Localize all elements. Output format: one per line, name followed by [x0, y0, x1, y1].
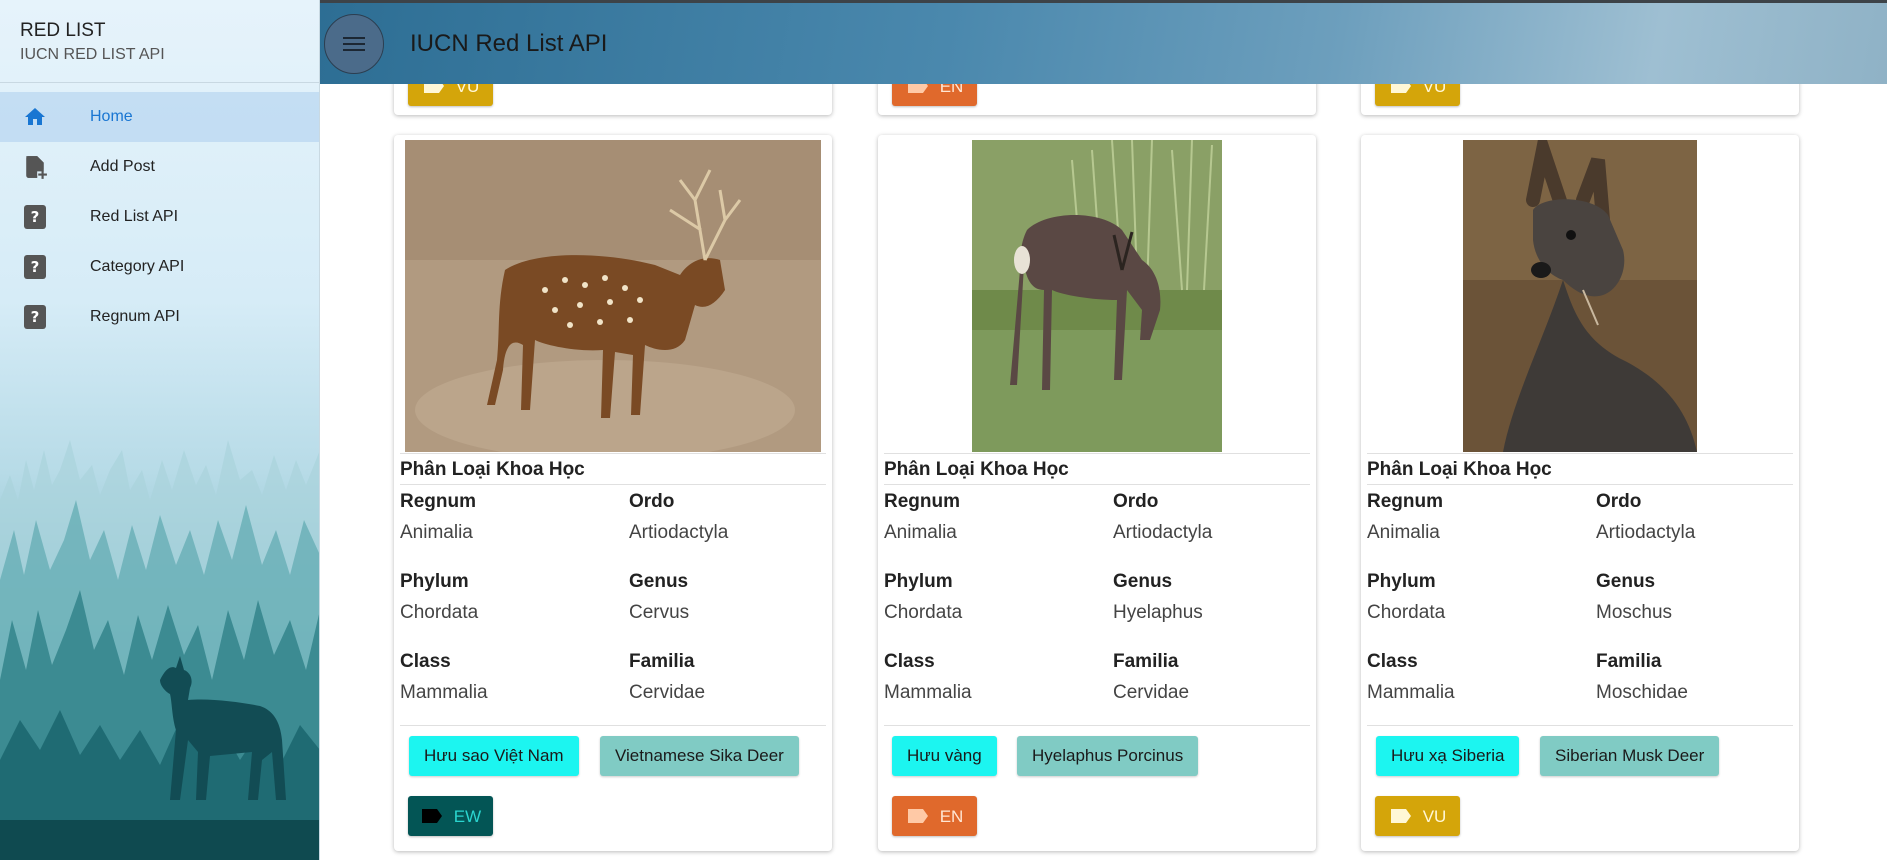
- app-bar: IUCN Red List API: [320, 0, 1887, 84]
- menu-toggle-button[interactable]: [324, 14, 384, 74]
- status-tag[interactable]: VU: [1375, 796, 1460, 836]
- species-card: Phân Loại Khoa Học Regnum Animalia Ordo …: [1361, 135, 1799, 851]
- hog-deer-photo: [972, 140, 1222, 452]
- species-image: [1367, 140, 1793, 452]
- sidebar-item-label: Home: [90, 108, 133, 125]
- taxon-ordo: Ordo Artiodactyla: [1113, 491, 1213, 543]
- sidebar-item-home[interactable]: Home: [0, 92, 319, 142]
- hamburger-icon: [343, 33, 365, 55]
- vietnamese-name-chip[interactable]: Hưu xạ Siberia: [1376, 736, 1520, 776]
- english-name-chip[interactable]: Siberian Musk Deer: [1540, 736, 1720, 776]
- status-tag[interactable]: EN: [892, 796, 977, 836]
- home-icon: [22, 104, 48, 130]
- sidebar-item-label: Regnum API: [90, 308, 180, 325]
- species-image: [400, 140, 826, 452]
- taxon-ordo: Ordo Artiodactyla: [1596, 491, 1696, 543]
- divider: [1367, 725, 1793, 726]
- section-title: Phân Loại Khoa Học: [400, 453, 826, 485]
- label-icon: [421, 809, 442, 823]
- section-title: Phân Loại Khoa Học: [884, 453, 1310, 485]
- taxon-regnum: Regnum Animalia: [400, 491, 476, 543]
- status-tag[interactable]: EW: [408, 796, 493, 836]
- vietnamese-name-chip[interactable]: Hưu vàng: [892, 736, 997, 776]
- label-icon: [907, 809, 928, 823]
- sidebar-nav: Home Add Post ? Red List API ? Category …: [0, 92, 319, 342]
- help-icon: ?: [22, 304, 48, 330]
- taxon-phylum: Phylum Chordata: [1367, 571, 1446, 623]
- help-icon: ?: [22, 204, 48, 230]
- species-card: Phân Loại Khoa Học Regnum Animalia Ordo …: [394, 135, 832, 851]
- taxon-regnum: Regnum Animalia: [1367, 491, 1443, 543]
- app-subtitle: IUCN RED LIST API: [20, 46, 165, 63]
- species-image: [884, 140, 1310, 452]
- help-icon: ?: [22, 254, 48, 280]
- taxon-phylum: Phylum Chordata: [400, 571, 479, 623]
- vietnamese-name-chip[interactable]: Hưu sao Việt Nam: [409, 736, 579, 776]
- taxon-familia: Familia Cervidae: [1113, 651, 1190, 703]
- sidebar-item-category-api[interactable]: ? Category API: [0, 242, 319, 292]
- taxon-genus: Genus Moschus: [1596, 571, 1673, 623]
- add-document-icon: [22, 154, 48, 180]
- taxon-genus: Genus Cervus: [629, 571, 690, 623]
- divider: [400, 725, 826, 726]
- sidebar-item-red-list-api[interactable]: ? Red List API: [0, 192, 319, 242]
- taxon-ordo: Ordo Artiodactyla: [629, 491, 729, 543]
- sika-deer-photo: [405, 140, 821, 452]
- sidebar-item-label: Red List API: [90, 208, 179, 225]
- app-title: RED LIST: [20, 20, 106, 41]
- taxon-class: Class Mammalia: [400, 651, 488, 703]
- sidebar-item-regnum-api[interactable]: ? Regnum API: [0, 292, 319, 342]
- label-icon: [1390, 809, 1411, 823]
- sidebar-item-add-post[interactable]: Add Post: [0, 142, 319, 192]
- taxon-class: Class Mammalia: [1367, 651, 1455, 703]
- taxon-genus: Genus Hyelaphus: [1113, 571, 1203, 623]
- species-card: Phân Loại Khoa Học Regnum Animalia Ordo …: [878, 135, 1316, 851]
- sidebar-header: RED LIST IUCN RED LIST API: [0, 0, 319, 83]
- divider: [884, 725, 1310, 726]
- english-name-chip[interactable]: Vietnamese Sika Deer: [600, 736, 799, 776]
- sidebar: RED LIST IUCN RED LIST API Home Add Post…: [0, 0, 320, 860]
- forest-illustration: [0, 440, 319, 860]
- sidebar-item-label: Category API: [90, 258, 185, 275]
- page-title: IUCN Red List API: [410, 30, 608, 57]
- taxon-familia: Familia Moschidae: [1596, 651, 1688, 703]
- taxon-class: Class Mammalia: [884, 651, 972, 703]
- taxon-phylum: Phylum Chordata: [884, 571, 963, 623]
- section-title: Phân Loại Khoa Học: [1367, 453, 1793, 485]
- sidebar-item-label: Add Post: [90, 158, 155, 175]
- taxon-familia: Familia Cervidae: [629, 651, 706, 703]
- musk-deer-photo: [1463, 140, 1697, 452]
- taxon-regnum: Regnum Animalia: [884, 491, 960, 543]
- english-name-chip[interactable]: Hyelaphus Porcinus: [1017, 736, 1199, 776]
